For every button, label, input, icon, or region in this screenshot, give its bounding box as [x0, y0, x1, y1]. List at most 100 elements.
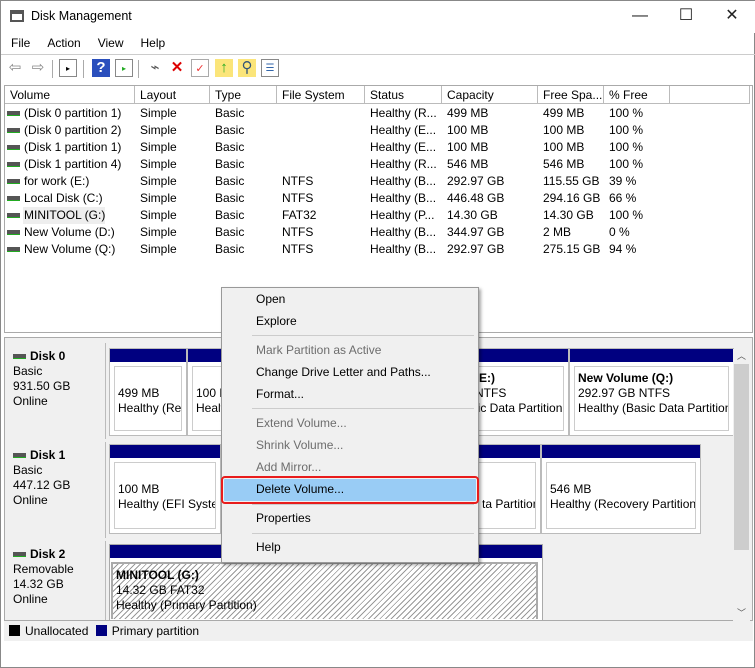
scroll-down-icon[interactable]: ﹀ [733, 606, 750, 619]
cell-layout: Simple [140, 123, 209, 137]
disk-1-label[interactable]: Disk 1 Basic 447.12 GB Online [7, 442, 106, 538]
table-row[interactable]: (Disk 1 partition 1) Simple Basic Healthy (… [5, 139, 750, 156]
cell-text: 100 % [609, 208, 644, 222]
column-header-free-space[interactable]: Free Spa... [538, 86, 604, 104]
cell-text: Basic [215, 191, 245, 205]
menu-item-properties[interactable]: Properties [224, 508, 476, 530]
table-row[interactable]: (Disk 1 partition 4) Simple Basic Healthy (… [5, 156, 750, 173]
action-pane-icon[interactable]: ▸ [115, 59, 133, 77]
menu-item-delete-volume[interactable]: Delete Volume... [221, 476, 479, 504]
cell-file-system: FAT32 [282, 208, 364, 222]
cell-text: Basic [215, 123, 245, 137]
menu-item-mark-active: Mark Partition as Active [256, 343, 382, 357]
table-row[interactable]: New Volume (Q:) Simple Basic NTFS Healthy (B… [5, 241, 750, 258]
title-bar: Disk Management — ☐ ✕ [1, 1, 755, 33]
cell-layout: Simple [140, 106, 209, 120]
cell-layout: Simple [140, 225, 209, 239]
cell-text: NTFS [282, 242, 314, 256]
unallocated-swatch [9, 625, 20, 636]
cell-text: Local Disk (C:) [24, 191, 103, 205]
partition-disk1-p4[interactable]: 546 MB Healthy (Recovery Partition) [541, 444, 701, 534]
cell-text: 100 MB [543, 123, 585, 137]
properties-icon[interactable]: ☰ [261, 59, 279, 77]
cell-text: 2 MB [543, 225, 572, 239]
cell-layout: Simple [140, 140, 209, 154]
cell-type: Basic [215, 225, 276, 239]
menu-file[interactable]: File [1, 33, 37, 50]
column-header-file-system[interactable]: File System [277, 86, 365, 104]
cell-capacity: 292.97 GB [447, 174, 537, 188]
partition-disk0-q[interactable]: New Volume (Q:) 292.97 GB NTFS Healthy (Ba… [569, 348, 734, 436]
menu-item-explore[interactable]: Explore [224, 311, 476, 333]
menu-item-open[interactable]: Open [224, 289, 476, 311]
search-folder-icon[interactable]: ⚲ [238, 59, 256, 77]
menu-view[interactable]: View [88, 33, 131, 50]
cell-status: Healthy (B... [370, 225, 441, 239]
legend: Unallocated Primary partition [4, 621, 753, 641]
menu-item-format[interactable]: Format... [224, 384, 476, 406]
table-row[interactable]: Local Disk (C:) Simple Basic NTFS Healthy (B… [5, 190, 750, 207]
menu-item-change-drive-letter[interactable]: Change Drive Letter and Paths... [224, 362, 476, 384]
menu-help[interactable]: Help [131, 33, 173, 50]
cell-text: Healthy (E... [370, 140, 437, 154]
table-row[interactable]: (Disk 0 partition 1) Simple Basic Healthy (… [5, 105, 750, 122]
cell-volume: (Disk 0 partition 2) [7, 123, 131, 137]
column-header-status[interactable]: Status [365, 86, 442, 104]
close-button[interactable]: ✕ [709, 1, 755, 33]
disk-0-label[interactable]: Disk 0 Basic 931.50 GB Online [7, 343, 106, 439]
column-header-empty [670, 86, 750, 104]
cell-text: Healthy (B... [370, 191, 437, 205]
cell-percent-free: 0 % [609, 225, 669, 239]
partition-disk1-p1[interactable]: 100 MBHealthy (EFI System Partition) [109, 444, 221, 534]
cell-percent-free: 100 % [609, 208, 669, 222]
folder-up-icon[interactable]: ↑ [215, 59, 233, 77]
check-icon[interactable]: ✓ [191, 59, 209, 77]
cell-volume: (Disk 1 partition 4) [7, 157, 131, 171]
cell-percent-free: 66 % [609, 191, 669, 205]
cell-text: (Disk 1 partition 4) [24, 157, 122, 171]
table-row[interactable]: MINITOOL (G:) Simple Basic FAT32 Healthy (P.… [5, 207, 750, 224]
column-header-volume[interactable]: Volume [5, 86, 135, 104]
console-tree-icon[interactable]: ▸ [59, 59, 77, 77]
menu-action[interactable]: Action [37, 33, 87, 50]
minimize-button[interactable]: — [617, 1, 663, 33]
back-icon[interactable]: ⇦ [6, 59, 24, 77]
cell-text: New Volume (D:) [24, 225, 115, 239]
column-header-capacity[interactable]: Capacity [442, 86, 538, 104]
connect-icon[interactable]: ⌁ [146, 59, 164, 77]
cell-text: 14.30 GB [447, 208, 498, 222]
cell-text: Healthy (B... [370, 242, 437, 256]
cell-text: 100 MB [447, 140, 489, 154]
vertical-scrollbar[interactable]: ︿ ﹀ [733, 349, 750, 621]
cell-text: 0 % [609, 225, 630, 239]
cell-text: 100 % [609, 157, 644, 171]
drive-icon [7, 213, 20, 219]
cell-free-space: 499 MB [543, 106, 603, 120]
cell-text: 115.55 GB [543, 174, 600, 188]
cell-text: Simple [140, 140, 177, 154]
menu-item-help[interactable]: Help [224, 537, 476, 559]
cell-file-system: NTFS [282, 191, 364, 205]
table-row[interactable]: (Disk 0 partition 2) Simple Basic Healthy (… [5, 122, 750, 139]
cell-text: Healthy (B... [370, 225, 437, 239]
cell-volume: Local Disk (C:) [7, 191, 131, 205]
partition-disk0-p1[interactable]: 499 MBHealthy (Recovery Partition) [109, 348, 187, 436]
menu-item-shrink: Shrink Volume... [256, 438, 344, 452]
help-icon[interactable]: ? [92, 59, 110, 77]
disk-2-label[interactable]: Disk 2 Removable 14.32 GB Online [7, 541, 106, 620]
table-row[interactable]: for work (E:) Simple Basic NTFS Healthy (B..… [5, 173, 750, 190]
drive-icon [7, 128, 20, 134]
column-header-percent-free[interactable]: % Free [604, 86, 670, 104]
cell-text: (Disk 0 partition 1) [24, 106, 122, 120]
column-header-type[interactable]: Type [210, 86, 277, 104]
cell-volume: (Disk 1 partition 1) [7, 140, 131, 154]
menu-item-extend: Extend Volume... [256, 416, 347, 430]
table-row[interactable]: New Volume (D:) Simple Basic NTFS Healthy (B… [5, 224, 750, 241]
forward-icon[interactable]: ⇨ [29, 59, 47, 77]
scrollbar-thumb[interactable] [734, 364, 749, 550]
delete-icon[interactable]: ✕ [168, 59, 186, 77]
maximize-button[interactable]: ☐ [663, 1, 709, 33]
cell-status: Healthy (R... [370, 157, 441, 171]
scroll-up-icon[interactable]: ︿ [733, 349, 750, 362]
column-header-layout[interactable]: Layout [135, 86, 210, 104]
